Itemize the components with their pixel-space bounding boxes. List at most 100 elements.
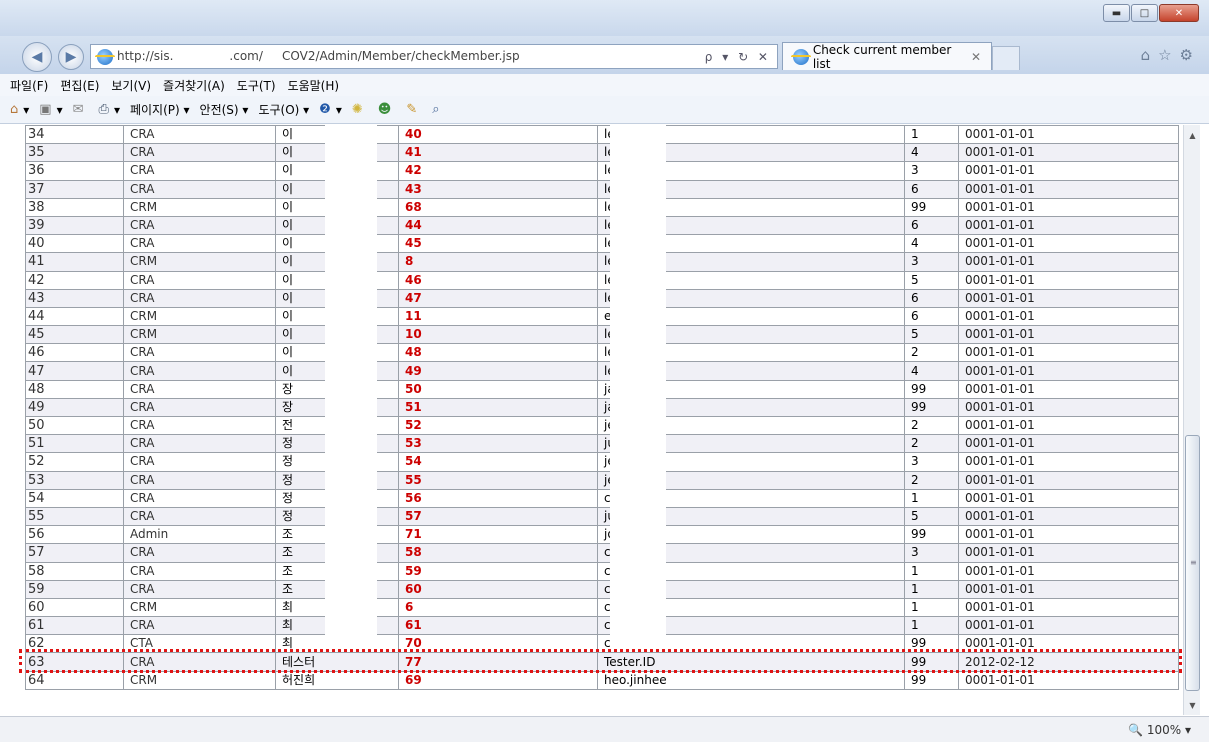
page-content: 34CRA이40le10001-01-0135CRA이41le40001-01-… — [0, 125, 1209, 715]
row-number: 51 — [25, 434, 124, 454]
member-date: 0001-01-01 — [958, 270, 1179, 290]
member-group: CRA — [123, 234, 276, 254]
member-code: 58 — [398, 543, 598, 563]
member-date: 0001-01-01 — [958, 452, 1179, 472]
table-row: 48CRA장50ja990001-01-01 — [25, 379, 1179, 399]
member-code: 61 — [398, 616, 598, 636]
member-date: 0001-01-01 — [958, 288, 1179, 308]
id-redaction — [610, 125, 666, 645]
row-number: 43 — [25, 288, 124, 308]
member-date: 0001-01-01 — [958, 543, 1179, 563]
research-icon: ⌕ — [432, 102, 440, 117]
member-code: 11 — [398, 306, 598, 327]
tab-close-icon[interactable]: ✕ — [971, 50, 981, 64]
people-command[interactable]: ☻ — [378, 102, 397, 117]
member-table-body: 34CRA이40le10001-01-0135CRA이41le40001-01-… — [25, 125, 1179, 690]
row-number: 53 — [25, 470, 124, 490]
row-number: 47 — [25, 361, 124, 381]
scroll-thumb[interactable]: ≡ — [1185, 435, 1200, 691]
menu-favorites[interactable]: 즐겨찾기(A) — [163, 77, 225, 94]
member-level: 99 — [904, 670, 959, 690]
zoom-control[interactable]: 🔍 100% ▾ — [1128, 723, 1191, 737]
scroll-up-arrow-icon[interactable]: ▲ — [1184, 127, 1201, 143]
minimize-button[interactable]: ▬ — [1103, 4, 1130, 22]
mail-command[interactable]: ✉ — [73, 102, 89, 117]
member-level: 4 — [904, 361, 959, 381]
table-row: 44CRM이11e .lee60001-01-01 — [25, 306, 1179, 327]
scroll-down-arrow-icon[interactable]: ▼ — [1184, 697, 1201, 713]
member-group: CRA — [123, 288, 276, 308]
member-group: CRM — [123, 597, 276, 618]
member-group: CRA — [123, 179, 276, 199]
member-level: 99 — [904, 525, 959, 545]
member-code: 49 — [398, 361, 598, 381]
print-command[interactable]: ⎙ ▾ — [99, 102, 120, 117]
member-id: heo.jinhee — [597, 670, 905, 690]
feeds-command[interactable]: ▣ ▾ — [39, 102, 62, 117]
favorites-star-icon[interactable]: ☆ — [1158, 46, 1171, 64]
command-bar: ⌂ ▾ ▣ ▾ ✉ ⎙ ▾ 페이지(P) ▾ 안전(S) ▾ 도구(O) ▾ ❷ ▾ ✺… — [0, 96, 1209, 124]
maximize-button[interactable]: □ — [1131, 4, 1158, 22]
close-button[interactable]: ✕ — [1159, 4, 1199, 22]
table-row: 41CRM이8le voo30001-01-01 — [25, 252, 1179, 272]
member-group: CRA — [123, 561, 276, 581]
menu-view[interactable]: 보기(V) — [111, 77, 151, 94]
table-row: 42CRA이46le50001-01-01 — [25, 270, 1179, 290]
back-button[interactable]: ◀ — [22, 42, 52, 72]
blog-command[interactable]: ✎ — [406, 102, 422, 117]
member-code: 42 — [398, 161, 598, 181]
member-date: 0001-01-01 — [958, 488, 1179, 508]
member-code: 41 — [398, 143, 598, 163]
table-row: 61 CRA 최 61 c 1 0001-01-01 — [25, 616, 1179, 636]
member-level: 3 — [904, 543, 959, 563]
member-table-wrap: 34CRA이40le10001-01-0135CRA이41le40001-01-… — [25, 125, 1179, 690]
row-number: 41 — [25, 252, 124, 272]
menu-help[interactable]: 도움말(H) — [288, 77, 340, 94]
home-icon[interactable]: ⌂ — [1141, 46, 1151, 64]
home-command[interactable]: ⌂ ▾ — [10, 102, 29, 117]
member-date: 0001-01-01 — [958, 579, 1179, 599]
page-menu[interactable]: 페이지(P) ▾ — [130, 101, 190, 118]
member-name: 허진희 — [275, 670, 399, 690]
member-group: CRA — [123, 452, 276, 472]
row-number: 44 — [25, 306, 124, 327]
vertical-scrollbar[interactable]: ▲ ≡ ▼ — [1183, 125, 1200, 715]
address-controls[interactable]: ρ ▾ ↻ ✕ — [705, 50, 771, 64]
help-command[interactable]: ❷ ▾ — [319, 102, 342, 117]
member-level: 99 — [904, 397, 959, 418]
member-level: 5 — [904, 506, 959, 527]
member-level: 6 — [904, 306, 959, 327]
table-row: 36CRA이42le30001-01-01 — [25, 161, 1179, 181]
tab-title: Check current member list — [812, 42, 952, 71]
tools-menu[interactable]: 도구(O) ▾ — [258, 101, 309, 118]
member-group: CRA — [123, 161, 276, 181]
address-bar[interactable]: http://sis. .com/ COV2/Admin/Member/check… — [90, 44, 778, 69]
gear-command[interactable]: ✺ — [352, 102, 368, 117]
table-row: 55CRA정57ju un50001-01-01 — [25, 506, 1179, 527]
url-redaction — [173, 49, 230, 64]
table-row: 52CRA정54je gsoo30001-01-01 — [25, 452, 1179, 472]
browser-tab[interactable]: Check current member list ✕ — [782, 42, 992, 71]
member-group: CRM — [123, 325, 276, 345]
menu-tools[interactable]: 도구(T) — [237, 77, 276, 94]
member-code: 47 — [398, 288, 598, 308]
safety-menu[interactable]: 안전(S) ▾ — [200, 101, 249, 118]
forward-button[interactable]: ▶ — [58, 44, 84, 70]
member-level: 1 — [904, 579, 959, 599]
name-redaction — [325, 125, 377, 645]
research-command[interactable]: ⌕ — [432, 102, 444, 117]
row-number: 59 — [25, 579, 124, 599]
forward-arrow-icon: ▶ — [65, 49, 77, 65]
member-level: 2 — [904, 434, 959, 454]
table-row: 54CRA정56c ejin10001-01-01 — [25, 488, 1179, 508]
url-text[interactable]: http://sis. .com/ COV2/Admin/Member/check… — [117, 49, 520, 64]
member-code: 51 — [398, 397, 598, 418]
member-group: CRA — [123, 616, 276, 636]
new-tab-button[interactable] — [992, 46, 1020, 70]
menu-file[interactable]: 파일(F) — [10, 77, 48, 94]
member-group: CRA — [123, 415, 276, 436]
member-code: 60 — [398, 579, 598, 599]
menu-edit[interactable]: 편집(E) — [60, 77, 99, 94]
tools-gear-icon[interactable]: ⚙ — [1180, 46, 1193, 64]
table-row: 60 CRM 최 6 c 1 0001-01-01 — [25, 597, 1179, 618]
